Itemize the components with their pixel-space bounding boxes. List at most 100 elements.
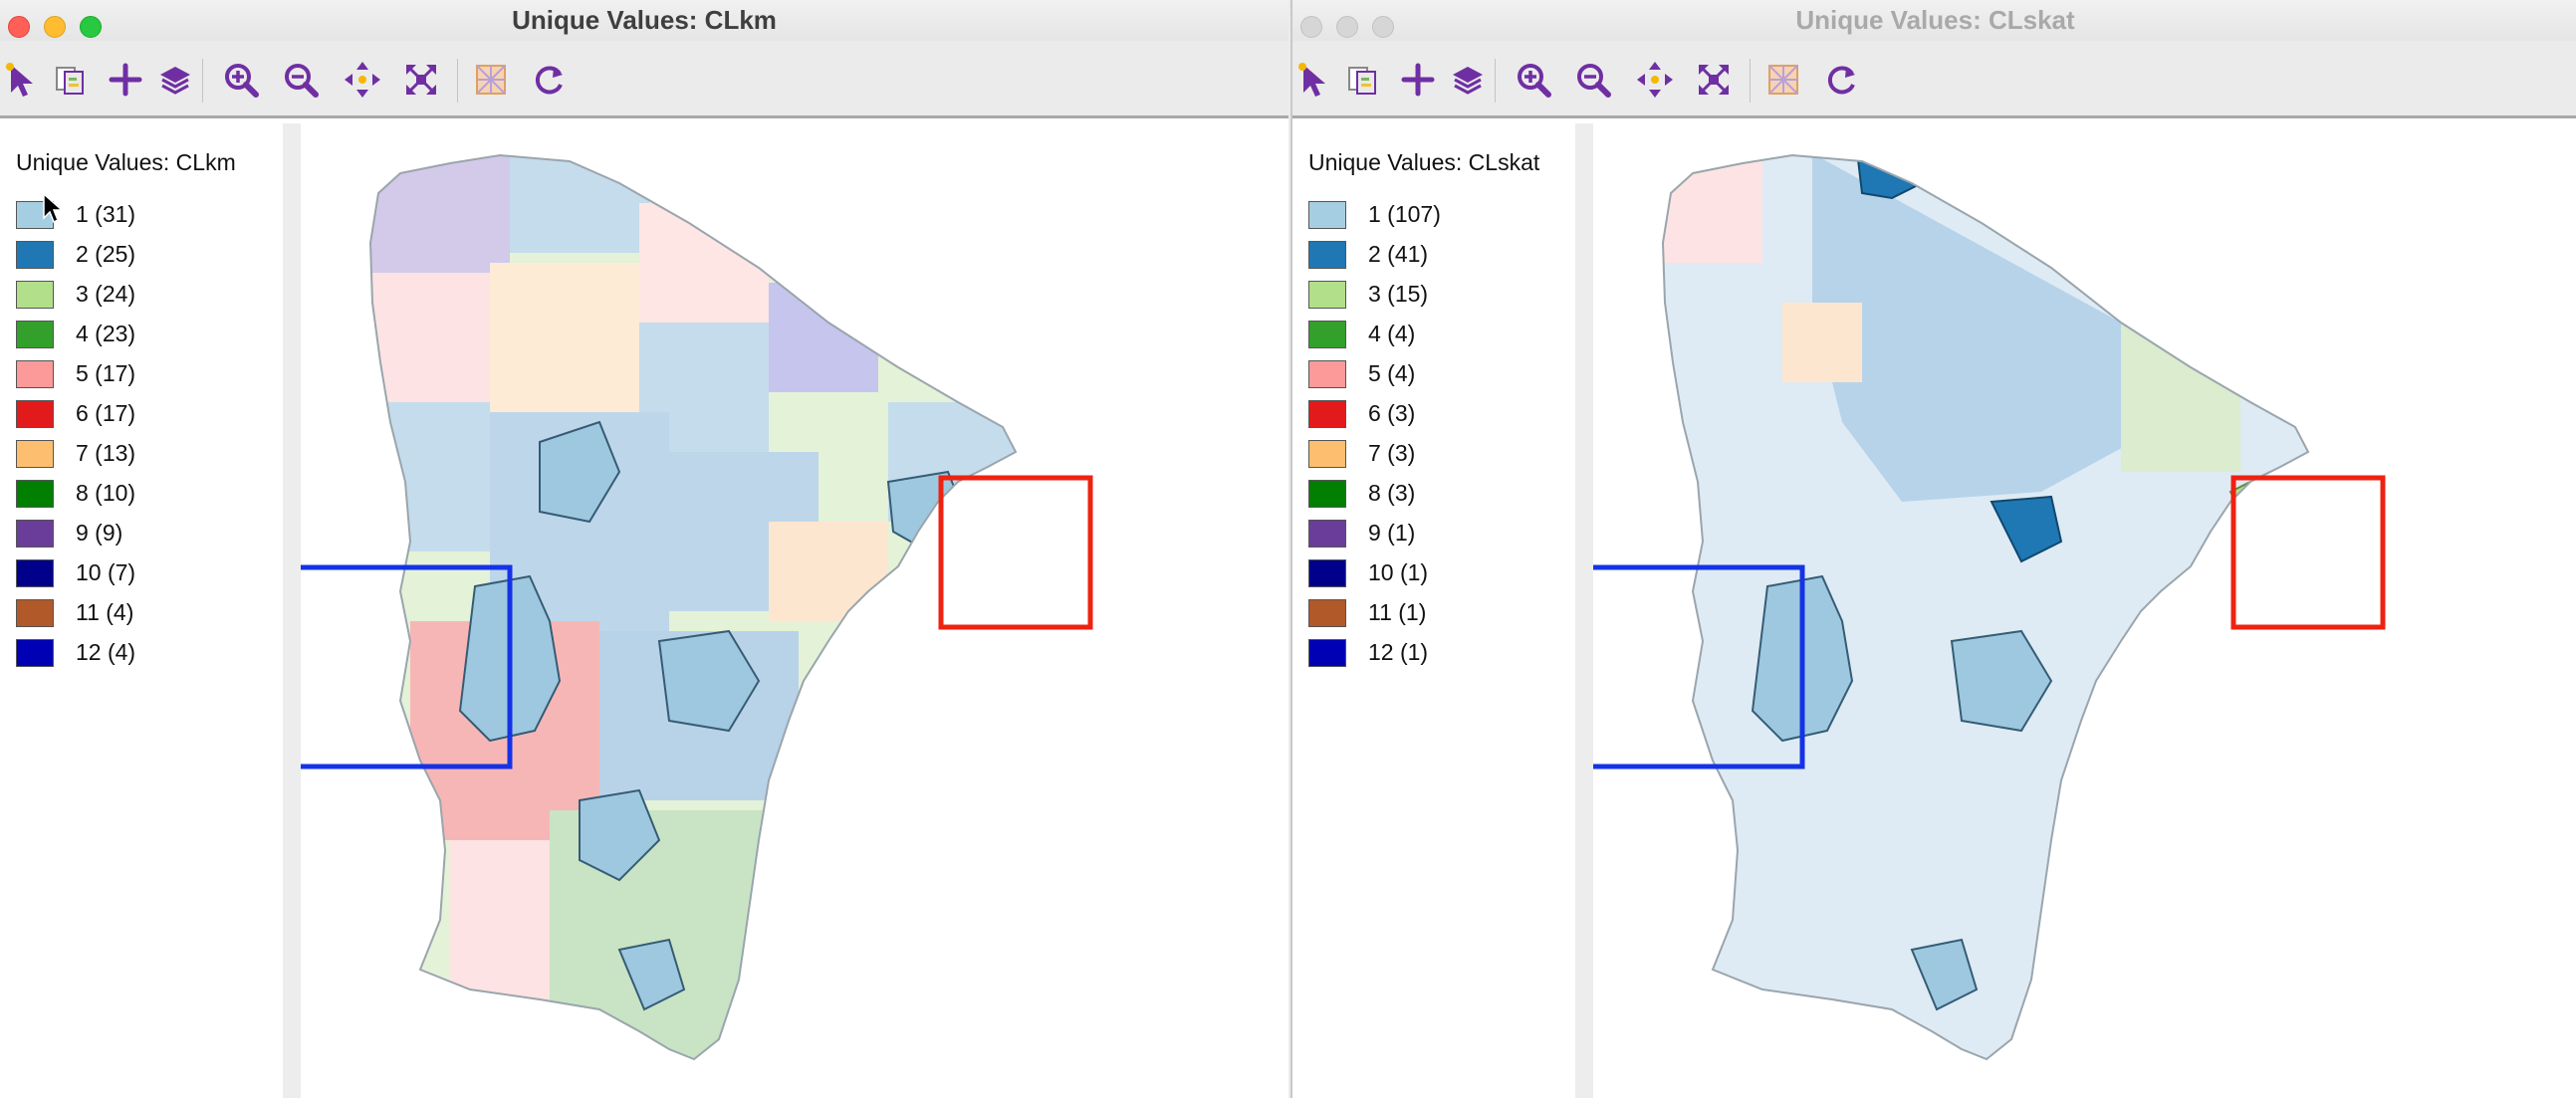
refresh-icon[interactable] <box>528 59 570 101</box>
legend-swatch[interactable] <box>1308 440 1346 468</box>
legend-swatch[interactable] <box>16 440 54 468</box>
legend-swatch[interactable] <box>16 599 54 627</box>
legend-label: 1 (107) <box>1368 201 1441 227</box>
legend-swatch[interactable] <box>16 639 54 667</box>
legend-label: 5 (17) <box>76 360 136 386</box>
zoom-button[interactable] <box>1372 16 1394 38</box>
legend-label: 4 (23) <box>76 321 136 346</box>
legend-swatch[interactable] <box>1308 559 1346 587</box>
legend-panel: Unique Values: CLskat 1 (107) 2 (41) 3 (15… <box>1292 123 1593 1098</box>
legend-label: 8 (3) <box>1368 480 1416 506</box>
map-background-icon[interactable] <box>470 59 512 101</box>
legend-title: Unique Values: CLskat <box>1308 149 1540 175</box>
legend-swatch[interactable] <box>1308 480 1346 508</box>
select-icon[interactable] <box>2 59 44 101</box>
legend-swatch[interactable] <box>1308 400 1346 428</box>
legend-swatch[interactable] <box>1308 201 1346 229</box>
add-icon[interactable] <box>1397 59 1439 101</box>
legend-swatch[interactable] <box>16 321 54 348</box>
legend-label: 12 (1) <box>1368 639 1429 665</box>
refresh-icon[interactable] <box>1820 59 1862 101</box>
map-canvas[interactable] <box>1593 123 2576 1098</box>
minimize-button[interactable] <box>1336 16 1358 38</box>
window-titlebar[interactable]: Unique Values: CLskat <box>1292 0 2576 41</box>
legend-label: 10 (7) <box>76 559 136 585</box>
legend-label: 7 (13) <box>76 440 136 466</box>
full-extent-icon[interactable] <box>400 59 442 101</box>
pan-icon[interactable] <box>1634 59 1676 101</box>
choropleth-map[interactable] <box>1593 123 2576 1098</box>
zoom-out-icon[interactable] <box>280 59 322 101</box>
toolbar-separator <box>1495 59 1496 103</box>
legend-label: 9 (1) <box>1368 520 1416 546</box>
toolbar-separator <box>202 59 203 103</box>
zoom-out-icon[interactable] <box>1572 59 1614 101</box>
legend-swatch[interactable] <box>16 480 54 508</box>
legend-swatch[interactable] <box>16 559 54 587</box>
legend-label: 4 (4) <box>1368 321 1416 346</box>
legend-label: 2 (25) <box>76 241 136 267</box>
red-highlight-box <box>938 475 1093 630</box>
map-background-region <box>1663 155 2308 1059</box>
legend-label: 10 (1) <box>1368 559 1429 585</box>
region-cluster-9[interactable] <box>360 143 510 273</box>
zoom-button[interactable] <box>80 16 102 38</box>
window-title: Unique Values: CLskat <box>1795 5 2075 35</box>
map-toolbar <box>1292 41 2576 118</box>
region-cluster-7[interactable] <box>1782 303 1862 382</box>
legend-swatch[interactable] <box>1308 639 1346 667</box>
legend-label: 3 (15) <box>1368 281 1429 307</box>
zoom-in-icon[interactable] <box>1513 59 1554 101</box>
toolbar-separator <box>1750 59 1751 103</box>
add-icon[interactable] <box>105 59 146 101</box>
zoom-in-icon[interactable] <box>220 59 262 101</box>
choropleth-map[interactable] <box>301 123 1288 1098</box>
region-cluster-1[interactable] <box>1812 153 2151 502</box>
legend-swatch[interactable] <box>16 520 54 548</box>
layers-icon[interactable] <box>154 59 196 101</box>
legend-swatch[interactable] <box>16 360 54 388</box>
region-cluster-6[interactable] <box>2248 540 2297 592</box>
legend-swatch[interactable] <box>1308 520 1346 548</box>
select-icon[interactable] <box>1294 59 1336 101</box>
region-cluster-7[interactable] <box>769 522 888 621</box>
pan-icon[interactable] <box>342 59 383 101</box>
legend-label: 6 (3) <box>1368 400 1416 426</box>
region-cluster-5[interactable] <box>360 273 490 402</box>
legend-swatch[interactable] <box>1308 281 1346 309</box>
region-cluster-5[interactable] <box>450 840 550 1039</box>
legend-swatch[interactable] <box>1308 599 1346 627</box>
region-cluster-9[interactable] <box>769 283 878 392</box>
copy-selection-icon[interactable] <box>51 59 93 101</box>
legend-label: 2 (41) <box>1368 241 1429 267</box>
region-cluster-1[interactable] <box>360 402 490 551</box>
legend-label: 1 (31) <box>76 201 136 227</box>
legend-label: 12 (4) <box>76 639 136 665</box>
legend-swatch[interactable] <box>1308 360 1346 388</box>
window-title: Unique Values: CLkm <box>512 5 777 35</box>
minimize-button[interactable] <box>44 16 66 38</box>
legend-swatch[interactable] <box>1308 321 1346 348</box>
layers-icon[interactable] <box>1447 59 1489 101</box>
region-cluster-1[interactable] <box>510 143 649 253</box>
legend-label: 11 (1) <box>1368 599 1427 625</box>
legend-label: 6 (17) <box>76 400 136 426</box>
window-titlebar[interactable]: Unique Values: CLkm <box>0 0 1288 41</box>
map-toolbar <box>0 41 1288 118</box>
map-background-icon[interactable] <box>1762 59 1804 101</box>
close-button[interactable] <box>1300 16 1322 38</box>
legend-swatch[interactable] <box>16 400 54 428</box>
region-cluster-7[interactable] <box>490 263 639 412</box>
close-button[interactable] <box>8 16 30 38</box>
legend-title: Unique Values: CLkm <box>16 149 236 175</box>
legend-swatch[interactable] <box>16 241 54 269</box>
map-canvas[interactable] <box>301 123 1288 1098</box>
full-extent-icon[interactable] <box>1693 59 1735 101</box>
legend-swatch[interactable] <box>16 281 54 309</box>
legend-label: 8 (10) <box>76 480 136 506</box>
legend-swatch[interactable] <box>1308 241 1346 269</box>
copy-selection-icon[interactable] <box>1343 59 1385 101</box>
region-cluster-3[interactable] <box>2121 323 2240 472</box>
red-highlight-box <box>2230 475 2386 630</box>
legend-label: 7 (3) <box>1368 440 1416 466</box>
